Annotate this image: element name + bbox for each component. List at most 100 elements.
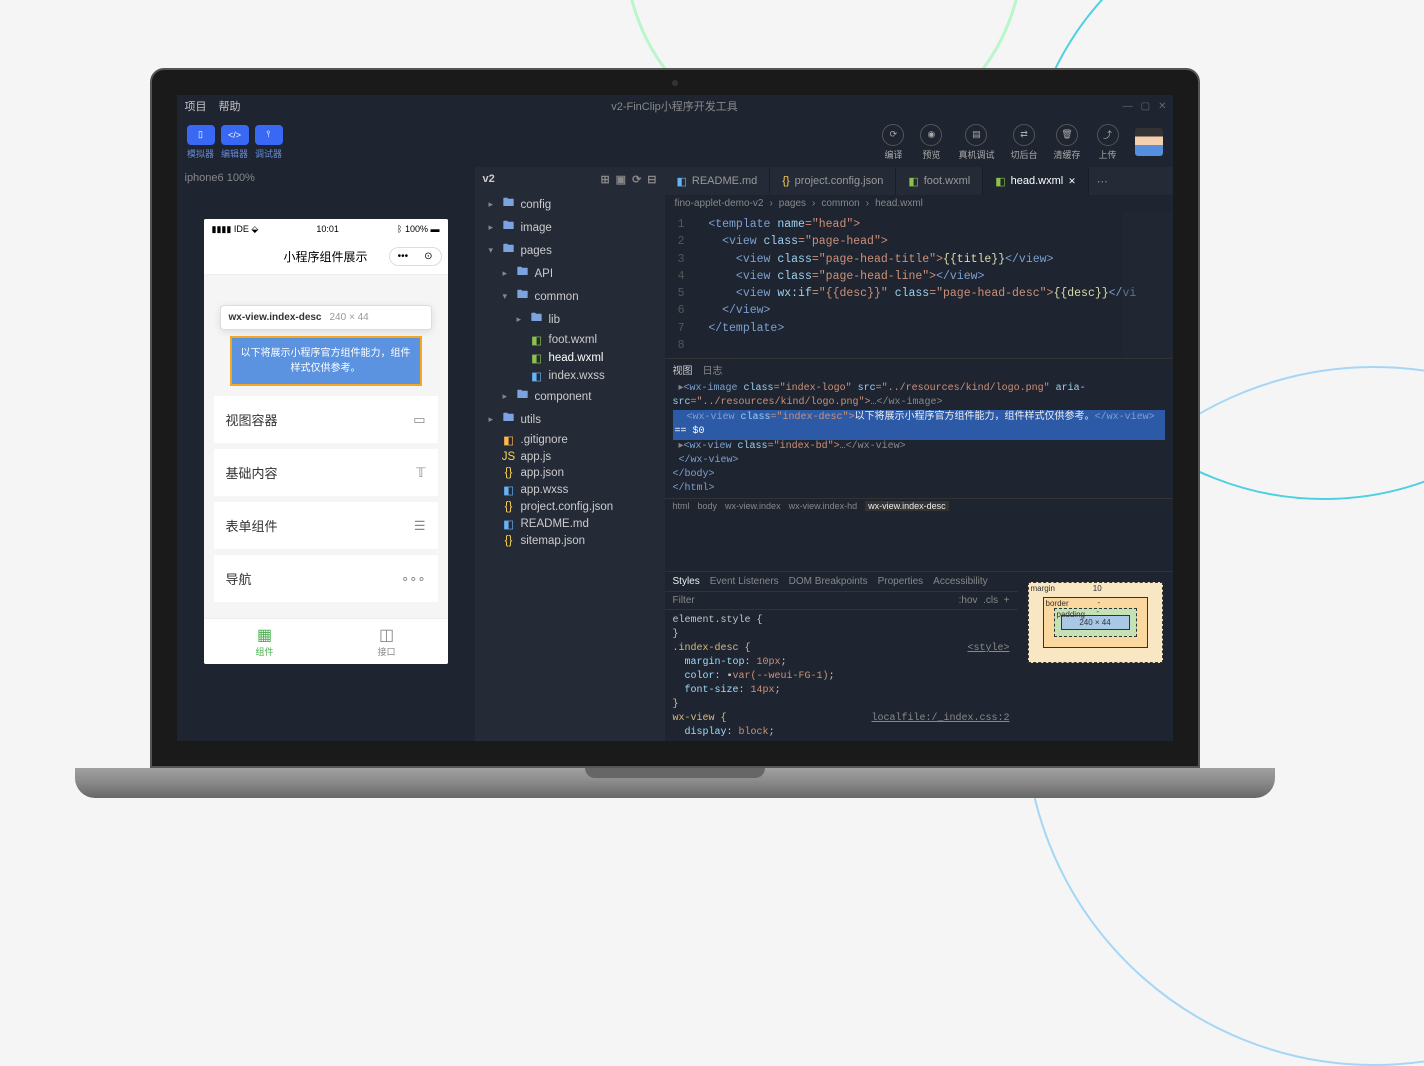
file-head[interactable]: ◧head.wxml <box>475 349 665 367</box>
file-sitemap[interactable]: {}sitemap.json <box>475 533 665 549</box>
close-icon[interactable]: ✕ <box>1158 101 1166 112</box>
file-gitignore[interactable]: ◧.gitignore <box>475 431 665 449</box>
dt-tab-events[interactable]: Event Listeners <box>710 576 779 587</box>
action-compile[interactable]: ⟳编译 <box>882 124 904 161</box>
capsule-menu-icon[interactable]: ••• <box>390 248 417 265</box>
file-icon: ◧ <box>502 433 516 447</box>
crumb[interactable]: common <box>821 198 859 209</box>
folder-image[interactable]: ▸🖿image <box>475 216 665 239</box>
dom-crumb[interactable]: wx-view.index-hd <box>789 501 858 511</box>
compile-icon: ⟳ <box>882 124 904 146</box>
upload-icon: ⤴ <box>1097 124 1119 146</box>
dom-crumb[interactable]: body <box>698 501 718 511</box>
menu-project[interactable]: 项目 <box>185 98 207 114</box>
dt-tab-styles[interactable]: Styles <box>673 576 700 587</box>
collapse-icon[interactable]: ⊟ <box>647 173 656 186</box>
breadcrumb: fino-applet-demo-v2› pages› common› head… <box>665 195 1173 212</box>
minimize-icon[interactable]: — <box>1123 101 1133 112</box>
mode-editor[interactable]: </> 编辑器 <box>221 125 249 160</box>
tab-component[interactable]: ▦组件 <box>204 619 326 664</box>
avatar[interactable] <box>1135 128 1163 156</box>
folder-pages[interactable]: ▾🖿pages <box>475 239 665 262</box>
tab-foot[interactable]: ◧foot.wxml <box>896 167 983 195</box>
hov-toggle[interactable]: :hov <box>959 595 978 606</box>
wxml-icon: ◧ <box>530 333 544 347</box>
crumb[interactable]: pages <box>779 198 806 209</box>
dt-tab-props[interactable]: Properties <box>878 576 924 587</box>
tab-overflow[interactable]: ⋯ <box>1089 175 1116 188</box>
phone-tabbar: ▦组件 ◫接口 <box>204 618 448 664</box>
device-label[interactable]: iphone6 100% <box>177 167 475 189</box>
action-remote[interactable]: ▤真机调试 <box>958 124 994 161</box>
dom-crumb[interactable]: wx-view.index-desc <box>865 501 949 511</box>
css-rules[interactable]: element.style { } .index-desc {<style> m… <box>665 610 1018 741</box>
folder-component[interactable]: ▸🖿component <box>475 385 665 408</box>
dom-crumb[interactable]: html <box>673 501 690 511</box>
minimap[interactable] <box>1123 212 1173 358</box>
file-foot[interactable]: ◧foot.wxml <box>475 331 665 349</box>
tab-api[interactable]: ◫接口 <box>326 619 448 664</box>
ide-window: 项目 帮助 v2-FinClip小程序开发工具 — ▢ ✕ ▯ 模拟器 <box>177 95 1173 741</box>
folder-utils[interactable]: ▸🖿utils <box>475 408 665 431</box>
folder-config[interactable]: ▸🖿config <box>475 193 665 216</box>
folder-common[interactable]: ▾🖿common <box>475 285 665 308</box>
file-indexwxss[interactable]: ◧index.wxss <box>475 367 665 385</box>
file-readme[interactable]: ◧README.md <box>475 515 665 533</box>
file-appjs[interactable]: JSapp.js <box>475 449 665 465</box>
cls-toggle[interactable]: .cls <box>983 595 998 606</box>
list-item-view[interactable]: 视图容器▭ <box>214 396 438 443</box>
action-cache[interactable]: 🗑清缓存 <box>1053 124 1080 161</box>
list-item-basic[interactable]: 基础内容𝕋 <box>214 449 438 496</box>
md-icon: ◧ <box>502 517 516 531</box>
explorer-header: v2 ⊞ ▣ ⟳ ⊟ <box>475 167 665 191</box>
refresh-icon[interactable]: ⟳ <box>632 173 641 186</box>
editor-area: ◧README.md {}project.config.json ◧foot.w… <box>665 167 1173 741</box>
mode-debugger[interactable]: ⫯ 调试器 <box>255 125 283 160</box>
crumb[interactable]: fino-applet-demo-v2 <box>675 198 764 209</box>
list-item-nav[interactable]: 导航∘∘∘ <box>214 555 438 602</box>
action-background[interactable]: ⇄切后台 <box>1010 124 1037 161</box>
capsule-close-icon[interactable]: ⊙ <box>416 248 440 265</box>
add-rule-icon[interactable]: + <box>1004 595 1010 606</box>
highlighted-element[interactable]: 以下将展示小程序官方组件能力，组件样式仅供参考。 <box>230 336 422 386</box>
filter-input[interactable]: Filter <box>673 595 695 606</box>
file-appwxss[interactable]: ◧app.wxss <box>475 481 665 499</box>
tab-close-icon[interactable]: ✕ <box>1068 176 1076 187</box>
code-icon: </> <box>221 125 249 145</box>
file-projectconfig[interactable]: {}project.config.json <box>475 499 665 515</box>
project-root[interactable]: v2 <box>483 173 495 185</box>
new-folder-icon[interactable]: ▣ <box>616 173 626 186</box>
action-preview[interactable]: ◉预览 <box>920 124 942 161</box>
mode-simulator[interactable]: ▯ 模拟器 <box>187 125 215 160</box>
dom-tree[interactable]: ▸<wx-image class="index-logo" src="../re… <box>665 380 1173 498</box>
md-icon: ◧ <box>677 175 687 188</box>
tab-head[interactable]: ◧head.wxml✕ <box>983 167 1089 195</box>
list-item-form[interactable]: 表单组件☰ <box>214 502 438 549</box>
dt-tab-a11y[interactable]: Accessibility <box>933 576 987 587</box>
action-upload[interactable]: ⤴上传 <box>1097 124 1119 161</box>
trash-icon: 🗑 <box>1056 124 1078 146</box>
folder-icon: 🖿 <box>516 387 530 406</box>
selected-node[interactable]: <wx-view class="index-desc">以下将展示小程序官方组件… <box>673 410 1165 440</box>
code-editor[interactable]: 1 <template name="head"> 2 <view class="… <box>665 212 1173 358</box>
phone-frame: ▮▮▮▮ IDE ⬙ 10:01 ᛒ 100% ▬ 小程序组件展示 ••• ⊙ <box>204 219 448 664</box>
dom-crumb[interactable]: wx-view.index <box>725 501 781 511</box>
midtab-view[interactable]: 视图 <box>673 362 693 377</box>
text-icon: 𝕋 <box>416 465 425 481</box>
folder-lib[interactable]: ▸🖿lib <box>475 308 665 331</box>
tab-readme[interactable]: ◧README.md <box>665 167 771 195</box>
file-appjson[interactable]: {}app.json <box>475 465 665 481</box>
wxss-icon: ◧ <box>502 483 516 497</box>
api-icon: ◫ <box>326 625 448 645</box>
menubar: 项目 帮助 v2-FinClip小程序开发工具 — ▢ ✕ <box>177 95 1173 117</box>
maximize-icon[interactable]: ▢ <box>1141 101 1150 112</box>
crumb[interactable]: head.wxml <box>875 198 923 209</box>
menu-help[interactable]: 帮助 <box>219 98 241 114</box>
mode-debugger-label: 调试器 <box>255 147 282 160</box>
folder-api[interactable]: ▸🖿API <box>475 262 665 285</box>
midtab-log[interactable]: 日志 <box>703 362 723 377</box>
editor-tabs: ◧README.md {}project.config.json ◧foot.w… <box>665 167 1173 195</box>
dt-tab-dombreak[interactable]: DOM Breakpoints <box>789 576 868 587</box>
tab-projectconfig[interactable]: {}project.config.json <box>770 167 896 195</box>
new-file-icon[interactable]: ⊞ <box>600 173 609 186</box>
